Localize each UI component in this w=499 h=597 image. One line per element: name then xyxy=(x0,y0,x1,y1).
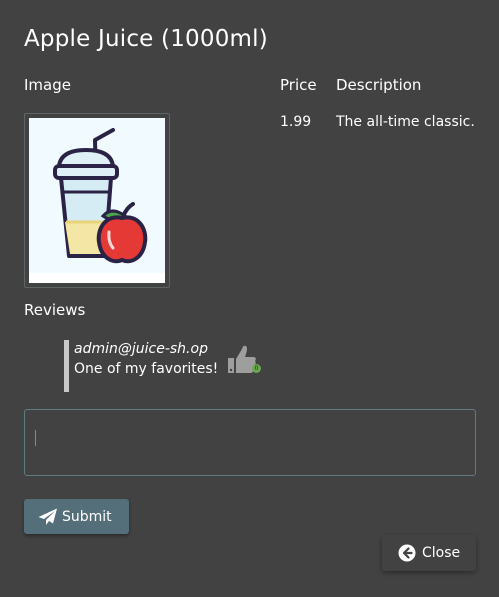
image-column-header: Image xyxy=(24,76,71,94)
submit-button-label: Submit xyxy=(62,508,112,525)
product-description: The all-time classic. xyxy=(336,114,475,130)
submit-review-button[interactable]: Submit xyxy=(24,499,129,534)
product-details-dialog: Apple Juice (1000ml) Image Price Descrip… xyxy=(0,0,499,597)
review-input[interactable] xyxy=(24,409,476,476)
reviews-heading: Reviews xyxy=(24,301,86,319)
product-image-frame xyxy=(24,113,170,288)
text-caret xyxy=(35,430,36,446)
description-column-header: Description xyxy=(336,76,422,94)
review-item: admin@juice-sh.op One of my favorites! 0 xyxy=(64,340,261,392)
price-column-header: Price xyxy=(280,76,317,94)
review-text: One of my favorites! xyxy=(74,361,219,377)
likes-count-badge: 0 xyxy=(252,364,261,373)
paper-plane-icon xyxy=(38,508,57,525)
product-image xyxy=(29,118,165,283)
close-button-label: Close xyxy=(422,545,461,561)
product-price: 1.99 xyxy=(280,114,312,130)
review-author: admin@juice-sh.op xyxy=(74,341,208,357)
close-dialog-button[interactable]: Close xyxy=(382,535,476,571)
product-title: Apple Juice (1000ml) xyxy=(24,26,268,52)
arrow-circle-left-icon xyxy=(398,544,416,562)
